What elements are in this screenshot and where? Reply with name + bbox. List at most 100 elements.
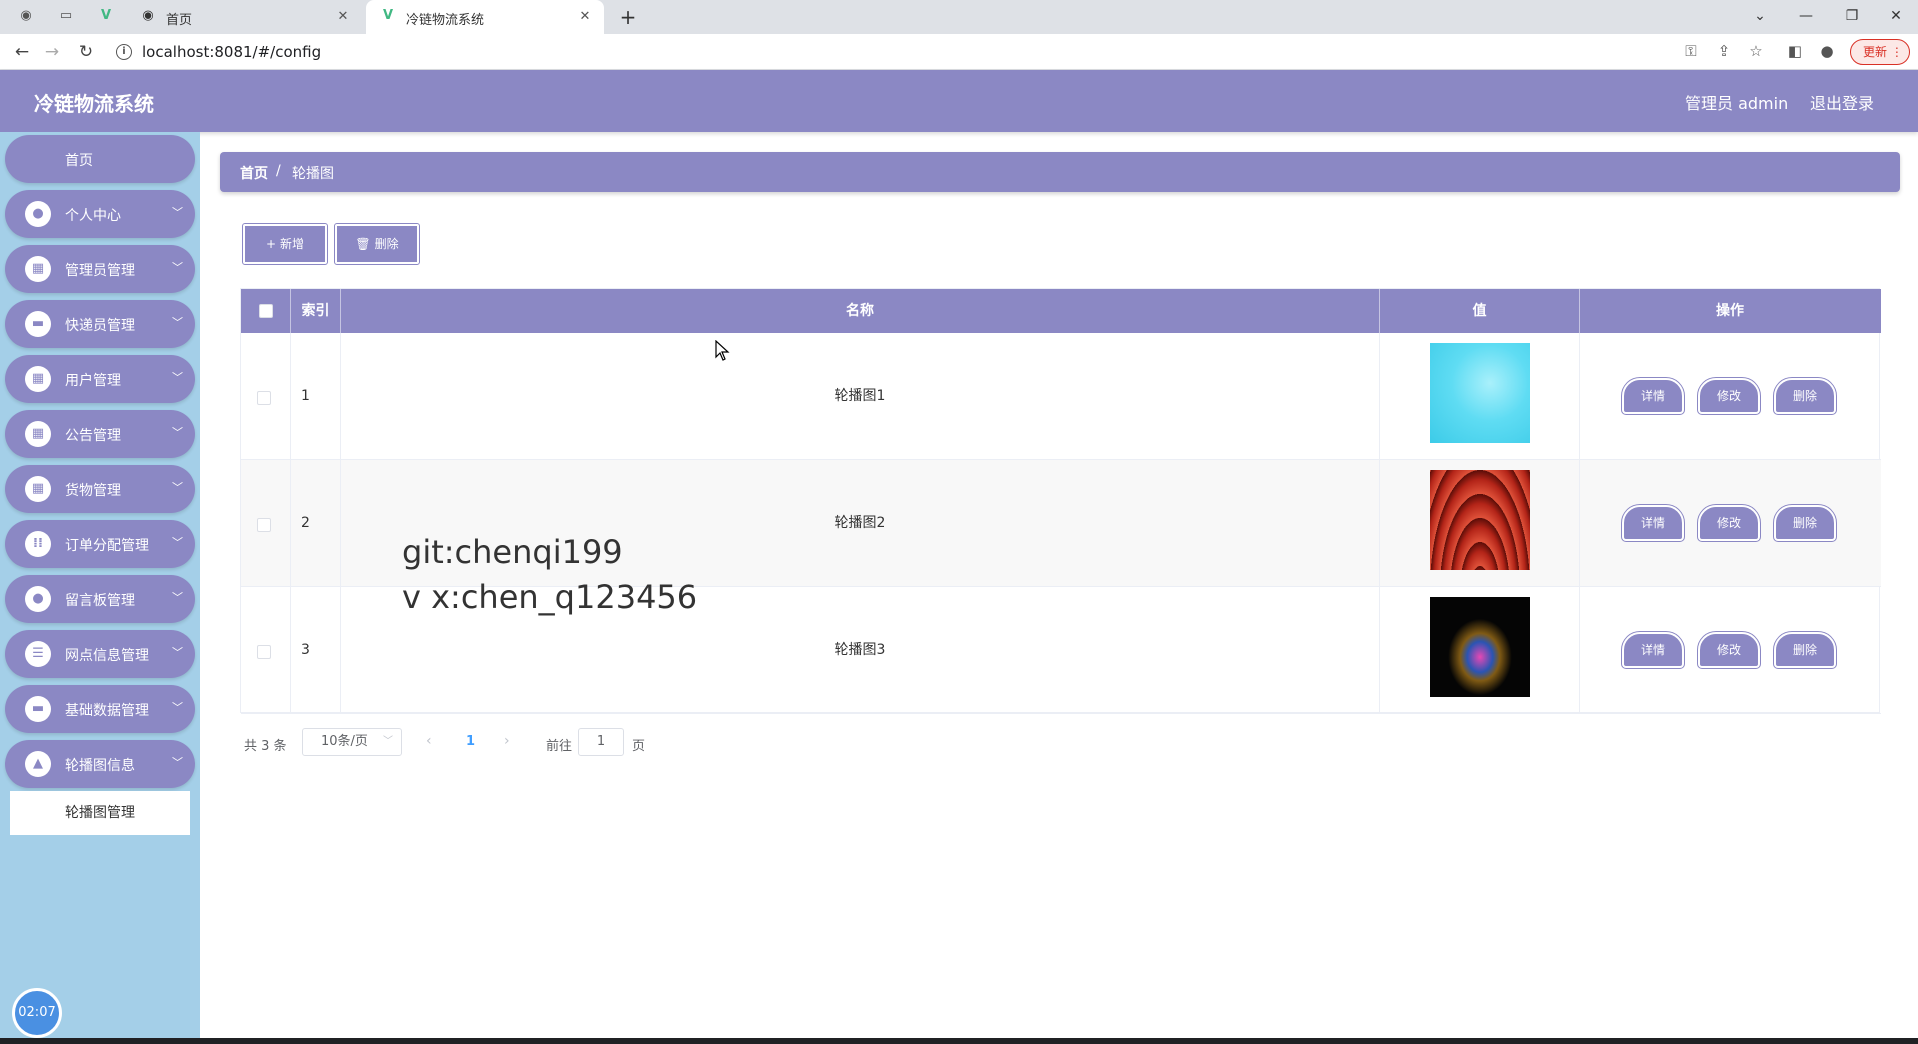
restore-button[interactable]: ❐ [1830,4,1874,28]
sidebar-item-admins[interactable]: ▦ 管理员管理 ﹀ [5,245,195,293]
goto-page-input[interactable]: 1 [578,728,624,756]
edit-button[interactable]: 修改 [1697,631,1761,669]
pagination-total: 共 3 条 [244,739,287,754]
side-panel-icon[interactable]: ◧ [1784,40,1806,62]
row-checkbox[interactable] [257,391,271,405]
chevron-down-icon: ﹀ [172,426,183,439]
detail-button[interactable]: 详情 [1621,377,1685,415]
row-checkbox[interactable] [257,518,271,532]
column-header-value: 值 [1380,289,1580,333]
edit-button[interactable]: 修改 [1697,377,1761,415]
chevron-down-icon: ﹀ [172,371,183,384]
row-name: 轮播图1 [341,333,1380,460]
sidebar-item-home[interactable]: 首页 [5,135,195,183]
tab-search-icon[interactable]: ⌄ [1738,4,1782,28]
sidebar-item-messages[interactable]: ● 留言板管理 ﹀ [5,575,195,623]
breadcrumb-home[interactable]: 首页 [240,163,268,183]
trash-icon: 🗑 [355,237,371,251]
grid-icon: ▦ [25,366,51,392]
sidebar-item-orders[interactable]: ⁞⁞ 订单分配管理 ﹀ [5,520,195,568]
carousel-image-2 [1430,470,1530,570]
row-index: 3 [301,642,310,658]
breadcrumb-current: 轮播图 [292,166,334,182]
browser-tab-home[interactable]: ◉ 首页 ✕ [126,0,362,34]
logout-link[interactable]: 退出登录 [1810,90,1874,114]
next-page-button[interactable]: › [504,733,510,749]
update-button[interactable]: 更新 ⋮ [1850,39,1910,65]
batch-delete-button[interactable]: 🗑 删除 [334,223,420,265]
row-index: 1 [301,388,310,404]
key-icon[interactable]: ⚿ [1680,40,1702,62]
browser-tab-app[interactable]: V 冷链物流系统 ✕ [366,0,604,34]
admin-label: 管理员 admin [1685,94,1789,113]
chevron-down-icon: ﹀ [172,701,183,714]
column-header-index: 索引 [291,289,341,333]
user-icon: ● [25,586,51,612]
detail-button[interactable]: 详情 [1621,631,1685,669]
vue-logo-icon[interactable]: V [98,8,114,24]
pinned-tab-icon[interactable]: ▭ [58,8,74,24]
breadcrumb: 首页 / 轮播图 [220,152,1900,192]
page-size-select[interactable]: 10条/页 ﹀ [302,728,402,756]
sliders-icon: ☰ [25,641,51,667]
breadcrumb-separator: / [276,163,281,179]
row-index: 2 [301,515,310,531]
sidebar-item-notices[interactable]: ▦ 公告管理 ﹀ [5,410,195,458]
sidebar-item-goods[interactable]: ▦ 货物管理 ﹀ [5,465,195,513]
share-icon[interactable]: ⇪ [1713,40,1735,62]
carousel-image-1 [1430,343,1530,443]
vue-logo-icon: V [382,8,394,23]
edit-button[interactable]: 修改 [1697,504,1761,542]
row-checkbox[interactable] [257,645,271,659]
delete-button[interactable]: 删除 [1773,377,1837,415]
select-all-cell [241,289,291,333]
select-all-checkbox[interactable] [259,304,273,318]
delete-button[interactable]: 删除 [1773,631,1837,669]
taskbar-edge [0,1038,1918,1044]
chevron-down-icon: ﹀ [172,756,183,769]
minimize-button[interactable]: — [1784,4,1828,28]
close-icon[interactable]: ✕ [334,8,352,26]
watermark-text: git:chenqi199 v x:chen_q123456 [402,533,698,616]
sidebar-item-basedata[interactable]: ▬ 基础数据管理 ﹀ [5,685,195,733]
plus-icon: + [265,237,277,251]
back-icon[interactable]: ← [10,40,34,64]
table-row: 1 轮播图1 详情 修改 删除 [241,333,1881,460]
app-title: 冷链物流系统 [34,92,154,116]
window-close-button[interactable]: ✕ [1874,4,1918,28]
url-field[interactable]: i localhost:8081/#/config [106,38,1886,66]
monitor-icon: ▬ [25,311,51,337]
pinned-tab-icon[interactable]: ◉ [18,8,34,24]
sidebar: 首页 ● 个人中心 ﹀ ▦ 管理员管理 ﹀ ▬ 快递员管理 ﹀ ▦ 用户管理 ﹀… [0,132,200,1044]
prev-page-button[interactable]: ‹ [426,733,432,749]
sidebar-item-carousel[interactable]: ▲ 轮播图信息 ﹀ [5,740,195,788]
chevron-down-icon: ﹀ [172,481,183,494]
close-icon[interactable]: ✕ [576,8,594,26]
column-header-name: 名称 [341,289,1380,333]
carousel-image-3 [1430,597,1530,697]
grid-icon: ▦ [25,476,51,502]
goto-unit: 页 [632,739,646,754]
new-tab-button[interactable]: + [616,5,640,29]
reload-icon[interactable]: ↻ [74,40,98,64]
sidebar-item-profile[interactable]: ● 个人中心 ﹀ [5,190,195,238]
sidebar-item-users[interactable]: ▦ 用户管理 ﹀ [5,355,195,403]
page-number[interactable]: 1 [466,734,475,749]
chevron-down-icon: ﹀ [172,591,183,604]
sidebar-item-couriers[interactable]: ▬ 快递员管理 ﹀ [5,300,195,348]
info-icon[interactable]: i [116,44,132,60]
add-button[interactable]: + 新增 [242,223,328,265]
sidebar-item-outlets[interactable]: ☰ 网点信息管理 ﹀ [5,630,195,678]
globe-icon: ◉ [142,8,154,23]
clock-widget: 02:07 [12,988,62,1038]
detail-button[interactable]: 详情 [1621,504,1685,542]
forward-icon[interactable]: → [40,40,64,64]
star-icon[interactable]: ☆ [1745,40,1767,62]
chevron-down-icon: ﹀ [172,316,183,329]
apps-icon: ⁞⁞ [25,531,51,557]
delete-button[interactable]: 删除 [1773,504,1837,542]
sidebar-subitem-carousel-manage[interactable]: 轮播图管理 [10,791,190,835]
profile-icon[interactable]: ● [1816,40,1838,62]
browser-address-bar: ← → ↻ i localhost:8081/#/config ⚿ ⇪ ☆ ◧ … [0,34,1918,70]
column-header-actions: 操作 [1716,303,1744,319]
